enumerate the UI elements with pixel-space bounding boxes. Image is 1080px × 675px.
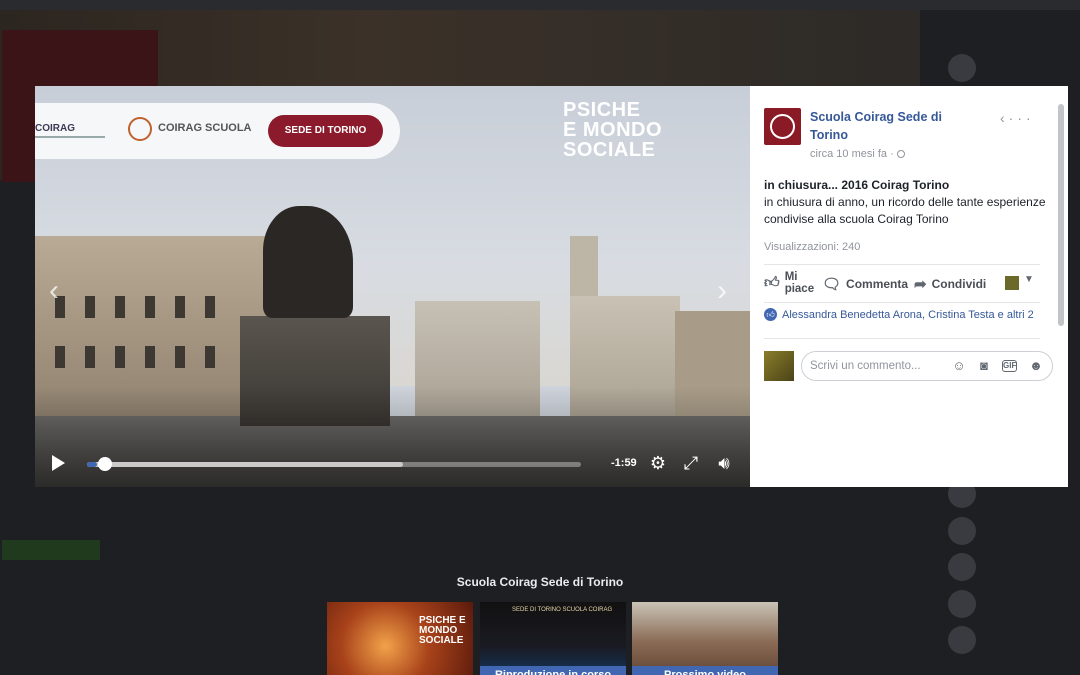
sticker-icon[interactable]: ☻	[1028, 358, 1044, 374]
related-video-thumbnail-next[interactable]: Prossimo video	[632, 602, 778, 675]
reactions-summary[interactable]: 👍︎ Alessandra Benedetta Arona, Cristina …	[764, 308, 1054, 321]
like-reaction-icon: 👍︎	[764, 308, 777, 321]
avatar	[948, 590, 976, 618]
play-icon[interactable]	[52, 455, 65, 471]
background-create-page-button	[2, 540, 100, 560]
related-video-thumbnail-current[interactable]: SEDE DI TORINO SCUOLA COIRAG Riproduzion…	[480, 602, 626, 675]
header-actions: ‹···	[1000, 110, 1035, 126]
coirag-scuola-logo: COIRAG SCUOLA	[158, 122, 252, 134]
like-label: Mi piace	[784, 271, 815, 295]
post-title: in chiusura... 2016 Coirag Torino	[764, 178, 950, 192]
likers-names[interactable]: Alessandra Benedetta Arona, Cristina Tes…	[782, 309, 1034, 321]
avatar	[948, 54, 976, 82]
remaining-time: -1:59	[611, 457, 637, 469]
post-text: in chiusura di anno, un ricordo delle ta…	[764, 195, 1046, 226]
volume-icon[interactable]: 🔊︎	[713, 453, 735, 473]
divider	[764, 264, 1040, 265]
background-sidebar-row	[948, 54, 976, 82]
background-sidebar-row	[948, 517, 976, 545]
sede-badge: SEDE DI TORINO	[268, 115, 383, 147]
comment-label: Commenta	[846, 277, 909, 291]
video-frame-equestrian-statue	[263, 206, 353, 318]
logo-underline	[35, 136, 105, 138]
video-title-line: SOCIALE	[563, 139, 656, 161]
background-sidebar-row	[948, 590, 976, 618]
buffered-range	[87, 462, 404, 467]
now-playing-label: Riproduzione in corso	[480, 666, 626, 675]
emoji-icon[interactable]: ☺	[951, 358, 967, 374]
gear-icon[interactable]: ⚙	[647, 453, 669, 473]
next-video-label: Prossimo video	[632, 666, 778, 675]
panel-scrollbar[interactable]	[1058, 104, 1064, 326]
coirag-scuola-icon	[128, 117, 152, 141]
related-video-thumbnail[interactable]: PSICHE E MONDO SOCIALE	[327, 602, 473, 675]
next-video-arrow-icon[interactable]: ›	[717, 274, 727, 308]
video-controls: -1:59 ⚙ ⤢ 🔊︎	[35, 448, 750, 478]
divider	[764, 338, 1040, 339]
thumbnail-overlay-text: PSICHE E MONDO SOCIALE	[419, 615, 466, 646]
post-side-panel: Scuola Coirag Sede di Torino circa 10 me…	[750, 86, 1068, 487]
time-ago: circa 10 mesi fa ·	[810, 148, 894, 160]
globe-icon	[896, 150, 905, 158]
share-arrow-icon: ➦	[914, 276, 927, 293]
thumbs-up-icon: 👍︎	[764, 274, 780, 291]
speech-bubble-icon: 🗨︎	[822, 276, 842, 293]
video-player[interactable]: COIRAG COIRAG SCUOLA SEDE DI TORINO PSIC…	[35, 86, 750, 487]
video-title-overlay: PSICHE E MONDO SOCIALE	[563, 100, 662, 160]
share-button[interactable]: ➦ Condividi	[914, 275, 986, 293]
page: Scuola Coirag Sede di Torino PSICHE E MO…	[0, 0, 1080, 675]
scrubber-handle[interactable]	[97, 457, 112, 471]
video-title-line: PSICHE	[563, 99, 641, 121]
more-options-icon[interactable]: ···	[1009, 110, 1035, 126]
played-range	[87, 462, 97, 467]
post-timestamp[interactable]: circa 10 mesi fa ·	[810, 148, 905, 160]
like-button[interactable]: 👍︎ Mi piace	[764, 271, 817, 295]
camera-icon[interactable]: ◙	[976, 358, 992, 374]
background-topbar	[0, 0, 1080, 10]
acting-as-avatar[interactable]	[1005, 276, 1019, 290]
related-videos-title: Scuola Coirag Sede di Torino	[456, 575, 624, 589]
logo-ring	[770, 114, 795, 139]
avatar	[948, 517, 976, 545]
previous-video-arrow-icon[interactable]: ‹	[49, 274, 59, 308]
coirag-logo: COIRAG	[35, 123, 75, 134]
view-count: Visualizzazioni: 240	[764, 241, 861, 253]
comment-composer: ☺ ◙ GIF ☻	[750, 348, 1068, 386]
thumbnail-overlay-text: SEDE DI TORINO SCUOLA COIRAG	[512, 607, 613, 613]
comment-button[interactable]: 🗨︎ Commenta	[822, 275, 908, 293]
page-name-link[interactable]: Scuola Coirag Sede di Torino	[810, 108, 970, 144]
chevron-left-icon[interactable]: ‹	[1000, 110, 1009, 126]
post-actions: 👍︎ Mi piace 🗨︎ Commenta ➦ Condividi ▼	[764, 269, 1054, 299]
background-sidebar-row	[948, 626, 976, 654]
progress-bar[interactable]	[87, 462, 581, 467]
avatar	[764, 351, 794, 381]
share-label: Condividi	[931, 277, 987, 291]
video-brand-banner: COIRAG COIRAG SCUOLA SEDE DI TORINO	[35, 103, 400, 159]
avatar	[948, 626, 976, 654]
page-avatar[interactable]	[764, 108, 801, 145]
divider	[764, 302, 1040, 303]
chevron-down-icon[interactable]: ▼	[1024, 274, 1034, 285]
gif-icon[interactable]: GIF	[1002, 360, 1017, 372]
video-title-line: E MONDO	[563, 119, 663, 141]
fullscreen-icon[interactable]: ⤢	[680, 453, 702, 473]
